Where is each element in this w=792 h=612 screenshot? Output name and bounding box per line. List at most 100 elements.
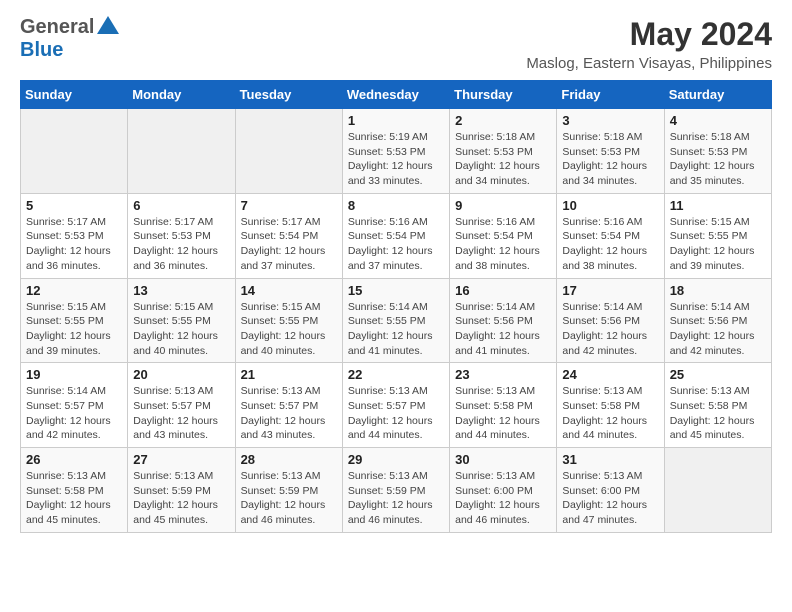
day-number: 21 (241, 367, 337, 382)
day-number: 4 (670, 113, 766, 128)
page-subtitle: Maslog, Eastern Visayas, Philippines (526, 55, 772, 72)
table-row: 6 Sunrise: 5:17 AMSunset: 5:53 PMDaylight… (128, 193, 235, 278)
day-info: Sunrise: 5:15 AMSunset: 5:55 PMDaylight:… (133, 300, 229, 359)
day-info: Sunrise: 5:17 AMSunset: 5:53 PMDaylight:… (26, 215, 122, 274)
table-row (128, 109, 235, 194)
day-info: Sunrise: 5:13 AMSunset: 5:58 PMDaylight:… (455, 384, 551, 443)
title-area: May 2024 Maslog, Eastern Visayas, Philip… (526, 16, 772, 72)
calendar-week-row: 19 Sunrise: 5:14 AMSunset: 5:57 PMDayligh… (21, 363, 772, 448)
day-number: 6 (133, 198, 229, 213)
calendar-week-row: 5 Sunrise: 5:17 AMSunset: 5:53 PMDaylight… (21, 193, 772, 278)
day-number: 9 (455, 198, 551, 213)
table-row: 10 Sunrise: 5:16 AMSunset: 5:54 PMDayligh… (557, 193, 664, 278)
table-row: 23 Sunrise: 5:13 AMSunset: 5:58 PMDayligh… (450, 363, 557, 448)
day-number: 23 (455, 367, 551, 382)
day-info: Sunrise: 5:13 AMSunset: 5:59 PMDaylight:… (348, 469, 444, 528)
day-info: Sunrise: 5:18 AMSunset: 5:53 PMDaylight:… (455, 130, 551, 189)
day-number: 20 (133, 367, 229, 382)
table-row: 7 Sunrise: 5:17 AMSunset: 5:54 PMDaylight… (235, 193, 342, 278)
table-row: 2 Sunrise: 5:18 AMSunset: 5:53 PMDaylight… (450, 109, 557, 194)
table-row: 18Sunrise: 5:14 AMSunset: 5:56 PMDayligh… (664, 278, 771, 363)
col-sunday: Sunday (21, 81, 128, 109)
header: General Blue May 2024 Maslog, Eastern Vi… (20, 16, 772, 72)
day-info: Sunrise: 5:18 AMSunset: 5:53 PMDaylight:… (562, 130, 658, 189)
day-number: 7 (241, 198, 337, 213)
day-number: 13 (133, 283, 229, 298)
day-info: Sunrise: 5:16 AMSunset: 5:54 PMDaylight:… (562, 215, 658, 274)
day-info: Sunrise: 5:14 AMSunset: 5:56 PMDaylight:… (562, 300, 658, 359)
day-number: 22 (348, 367, 444, 382)
day-info: Sunrise: 5:15 AMSunset: 5:55 PMDaylight:… (670, 215, 766, 274)
day-info: Sunrise: 5:17 AMSunset: 5:53 PMDaylight:… (133, 215, 229, 274)
day-number: 5 (26, 198, 122, 213)
table-row (21, 109, 128, 194)
table-row: 14Sunrise: 5:15 AMSunset: 5:55 PMDayligh… (235, 278, 342, 363)
day-info: Sunrise: 5:13 AMSunset: 5:57 PMDaylight:… (241, 384, 337, 443)
day-number: 14 (241, 283, 337, 298)
day-number: 15 (348, 283, 444, 298)
table-row: 29Sunrise: 5:13 AMSunset: 5:59 PMDayligh… (342, 448, 449, 533)
table-row: 3 Sunrise: 5:18 AMSunset: 5:53 PMDaylight… (557, 109, 664, 194)
day-number: 16 (455, 283, 551, 298)
table-row: 13 Sunrise: 5:15 AMSunset: 5:55 PMDayligh… (128, 278, 235, 363)
table-row: 9Sunrise: 5:16 AMSunset: 5:54 PMDaylight… (450, 193, 557, 278)
col-monday: Monday (128, 81, 235, 109)
day-number: 2 (455, 113, 551, 128)
table-row: 24 Sunrise: 5:13 AMSunset: 5:58 PMDayligh… (557, 363, 664, 448)
day-number: 8 (348, 198, 444, 213)
table-row: 27Sunrise: 5:13 AMSunset: 5:59 PMDayligh… (128, 448, 235, 533)
day-info: Sunrise: 5:16 AMSunset: 5:54 PMDaylight:… (348, 215, 444, 274)
table-row: 30 Sunrise: 5:13 AMSunset: 6:00 PMDayligh… (450, 448, 557, 533)
day-info: Sunrise: 5:13 AMSunset: 6:00 PMDaylight:… (562, 469, 658, 528)
logo-bird-icon (97, 16, 119, 34)
day-number: 30 (455, 452, 551, 467)
table-row: 20Sunrise: 5:13 AMSunset: 5:57 PMDayligh… (128, 363, 235, 448)
day-info: Sunrise: 5:13 AMSunset: 5:58 PMDaylight:… (562, 384, 658, 443)
table-row (664, 448, 771, 533)
calendar-week-row: 12 Sunrise: 5:15 AMSunset: 5:55 PMDayligh… (21, 278, 772, 363)
col-thursday: Thursday (450, 81, 557, 109)
day-info: Sunrise: 5:13 AMSunset: 5:58 PMDaylight:… (26, 469, 122, 528)
table-row: 25Sunrise: 5:13 AMSunset: 5:58 PMDayligh… (664, 363, 771, 448)
table-row (235, 109, 342, 194)
day-info: Sunrise: 5:14 AMSunset: 5:56 PMDaylight:… (670, 300, 766, 359)
col-tuesday: Tuesday (235, 81, 342, 109)
day-number: 11 (670, 198, 766, 213)
table-row: 4Sunrise: 5:18 AMSunset: 5:53 PMDaylight… (664, 109, 771, 194)
day-info: Sunrise: 5:14 AMSunset: 5:55 PMDaylight:… (348, 300, 444, 359)
table-row: 26 Sunrise: 5:13 AMSunset: 5:58 PMDayligh… (21, 448, 128, 533)
day-info: Sunrise: 5:14 AMSunset: 5:56 PMDaylight:… (455, 300, 551, 359)
day-number: 24 (562, 367, 658, 382)
table-row: 16 Sunrise: 5:14 AMSunset: 5:56 PMDayligh… (450, 278, 557, 363)
page-title: May 2024 (526, 16, 772, 53)
calendar-header-row: Sunday Monday Tuesday Wednesday Thursday… (21, 81, 772, 109)
day-number: 19 (26, 367, 122, 382)
day-number: 28 (241, 452, 337, 467)
table-row: 12Sunrise: 5:15 AMSunset: 5:55 PMDayligh… (21, 278, 128, 363)
calendar-week-row: 1Sunrise: 5:19 AMSunset: 5:53 PMDaylight… (21, 109, 772, 194)
day-number: 3 (562, 113, 658, 128)
day-info: Sunrise: 5:17 AMSunset: 5:54 PMDaylight:… (241, 215, 337, 274)
logo-general-text: General (20, 16, 94, 39)
day-info: Sunrise: 5:13 AMSunset: 5:59 PMDaylight:… (241, 469, 337, 528)
col-friday: Friday (557, 81, 664, 109)
calendar-week-row: 26 Sunrise: 5:13 AMSunset: 5:58 PMDayligh… (21, 448, 772, 533)
day-number: 31 (562, 452, 658, 467)
col-saturday: Saturday (664, 81, 771, 109)
table-row: 31 Sunrise: 5:13 AMSunset: 6:00 PMDayligh… (557, 448, 664, 533)
day-number: 27 (133, 452, 229, 467)
logo-blue-text: Blue (20, 39, 63, 61)
day-number: 12 (26, 283, 122, 298)
day-number: 25 (670, 367, 766, 382)
table-row: 11 Sunrise: 5:15 AMSunset: 5:55 PMDayligh… (664, 193, 771, 278)
table-row: 1Sunrise: 5:19 AMSunset: 5:53 PMDaylight… (342, 109, 449, 194)
day-info: Sunrise: 5:13 AMSunset: 6:00 PMDaylight:… (455, 469, 551, 528)
day-info: Sunrise: 5:19 AMSunset: 5:53 PMDaylight:… (348, 130, 444, 189)
table-row: 17Sunrise: 5:14 AMSunset: 5:56 PMDayligh… (557, 278, 664, 363)
day-number: 10 (562, 198, 658, 213)
day-number: 26 (26, 452, 122, 467)
table-row: 19 Sunrise: 5:14 AMSunset: 5:57 PMDayligh… (21, 363, 128, 448)
table-row: 8 Sunrise: 5:16 AMSunset: 5:54 PMDaylight… (342, 193, 449, 278)
day-info: Sunrise: 5:13 AMSunset: 5:57 PMDaylight:… (348, 384, 444, 443)
day-info: Sunrise: 5:14 AMSunset: 5:57 PMDaylight:… (26, 384, 122, 443)
